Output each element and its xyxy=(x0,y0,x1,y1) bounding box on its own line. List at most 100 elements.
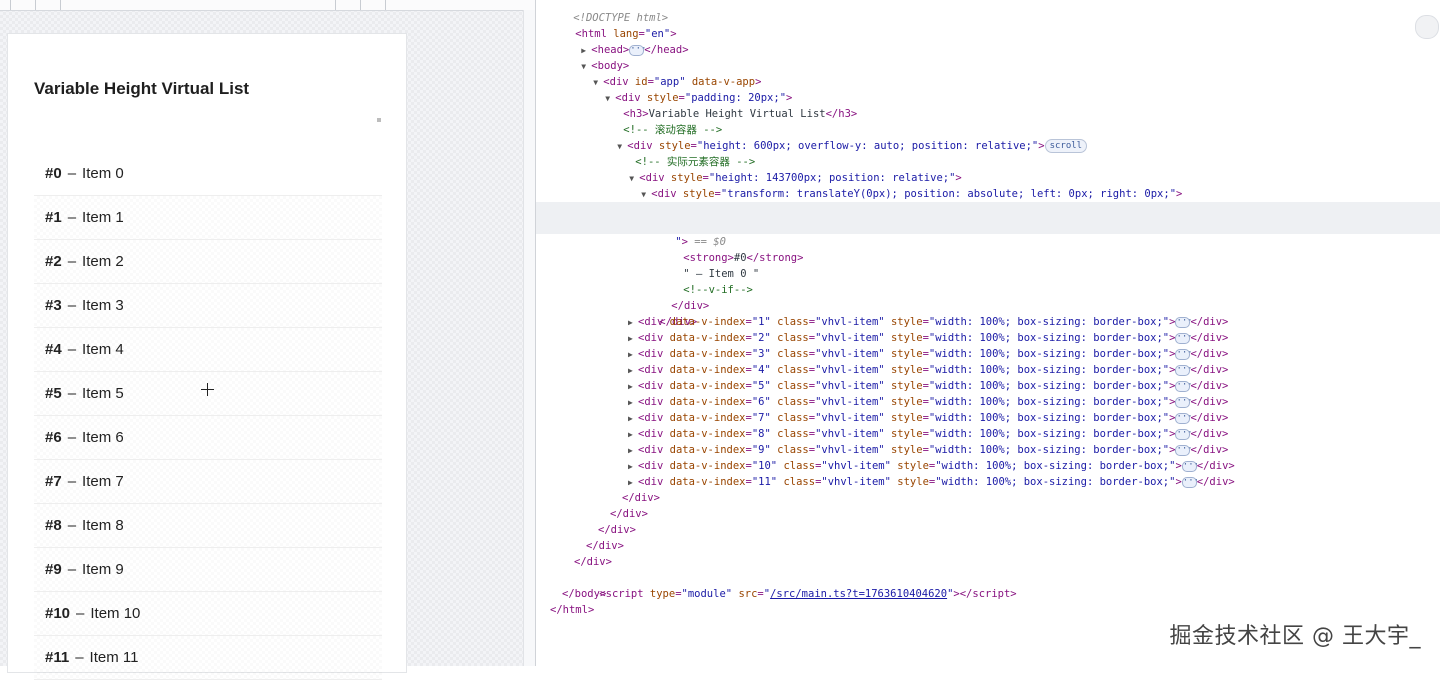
dom-app-div[interactable]: ▼ <div id="app" data-v-app> xyxy=(536,58,1440,88)
dom-phantom-div[interactable]: ▼ <div style="height: 143700px; position:… xyxy=(536,154,1440,184)
dom-close-div[interactable]: </div> xyxy=(536,522,1440,538)
item-style: width: 100%; box-sizing: border-box; xyxy=(941,460,1170,472)
item-label: Item 2 xyxy=(82,253,124,270)
collapsed-ellipsis-icon[interactable]: ··· xyxy=(1175,412,1193,424)
item-style: width: 100%; box-sizing: border-box; xyxy=(935,396,1163,408)
collapsed-ellipsis-icon[interactable]: ··· xyxy=(1175,428,1193,440)
list-item[interactable]: #3– Item 3 xyxy=(34,284,382,328)
dom-comment-scroll[interactable]: <!-- 滚动容器 --> xyxy=(536,106,1440,136)
dom-item-9[interactable]: ▶ <div data-v-index="9" class="vhvl-item"… xyxy=(536,442,1440,458)
collapsed-ellipsis-icon[interactable]: ··· xyxy=(1175,380,1193,392)
dom-item-0[interactable]: ▼<div data-v-index="0" class="vhvl-item"… xyxy=(536,186,1440,216)
item-label: Item 7 xyxy=(82,473,124,490)
list-item[interactable]: #8– Item 8 xyxy=(34,504,382,548)
collapsed-ellipsis-icon[interactable]: ··· xyxy=(1175,348,1193,360)
expand-arrow-icon[interactable]: ▶ xyxy=(628,347,638,363)
expand-arrow-icon[interactable]: ▶ xyxy=(628,427,638,443)
item-class: vhvl-item xyxy=(821,316,879,328)
item-index: 3 xyxy=(758,348,765,360)
dom-vif-comment[interactable]: <!--v-if--> xyxy=(536,266,1440,296)
collapsed-ellipsis-icon[interactable]: ··· xyxy=(1175,364,1193,376)
page-title: Variable Height Virtual List xyxy=(34,79,250,98)
dom-head[interactable]: ▶ <head>···</head> xyxy=(536,26,1440,56)
item-number: #6 xyxy=(45,429,62,446)
expand-arrow-icon[interactable]: ▶ xyxy=(628,315,638,331)
item-index: 8 xyxy=(758,428,765,440)
item-class: vhvl-item xyxy=(821,364,879,376)
dom-close-div[interactable]: </div> xyxy=(536,506,1440,522)
list-item[interactable]: #7– Item 7 xyxy=(34,460,382,504)
item-class: vhvl-item xyxy=(821,380,879,392)
virtual-list[interactable]: #0– Item 0 #1– Item 1 #2– Item 2 #3– Item 3 #4– I… xyxy=(34,152,382,680)
dom-close-html[interactable]: </html> xyxy=(536,602,1440,618)
item-label: Item 11 xyxy=(89,649,139,666)
collapsed-ellipsis-icon[interactable]: ··· xyxy=(1175,396,1193,408)
dom-comment-real[interactable]: <!-- 实际元素容器 --> xyxy=(536,138,1440,168)
dom-html[interactable]: <html lang="en"> xyxy=(536,10,1440,40)
collapsed-ellipsis-icon[interactable]: ··· xyxy=(1175,444,1193,456)
dom-transform-div[interactable]: ▼ <div style="transform: translateY(0px);… xyxy=(536,170,1440,200)
list-item[interactable]: #0– Item 0 xyxy=(34,152,382,196)
dom-doctype[interactable]: <!DOCTYPE html> xyxy=(536,0,1440,24)
list-item[interactable]: #9– Item 9 xyxy=(34,548,382,592)
dom-selected-div[interactable]: ▼<div style="padding: 12px; background: … xyxy=(536,202,1440,232)
dom-close-div[interactable]: </div> xyxy=(536,282,1440,312)
dom-close-div[interactable]: </div> xyxy=(536,298,1440,328)
dom-item-5[interactable]: ▶ <div data-v-index="5" class="vhvl-item"… xyxy=(536,378,1440,394)
collapsed-ellipsis-icon[interactable]: ··· xyxy=(1181,476,1199,488)
item-label: Item 10 xyxy=(90,605,141,622)
expand-arrow-icon[interactable]: ▶ xyxy=(628,363,638,379)
dom-item-10[interactable]: ▶ <div data-v-index="10" class="vhvl-item… xyxy=(536,458,1440,474)
item-label: Item 6 xyxy=(82,429,124,446)
dom-close-body[interactable]: </body> xyxy=(536,586,1440,602)
item-style: width: 100%; box-sizing: border-box; xyxy=(941,476,1170,488)
item-class: vhvl-item xyxy=(821,332,879,344)
list-item[interactable]: #2– Item 2 xyxy=(34,240,382,284)
dom-h3[interactable]: <h3>Variable Height Virtual List</h3> xyxy=(536,90,1440,120)
item-style: width: 100%; box-sizing: border-box; xyxy=(935,348,1163,360)
dom-selected-div-cont[interactable]: "> == $0 xyxy=(536,218,1440,248)
dom-item-4[interactable]: ▶ <div data-v-index="4" class="vhvl-item"… xyxy=(536,362,1440,378)
item-class: vhvl-item xyxy=(821,396,879,408)
expand-arrow-icon[interactable]: ▶ xyxy=(628,459,638,475)
dom-padding-div[interactable]: ▼ <div style="padding: 20px;"> xyxy=(536,74,1440,104)
list-item[interactable]: #6– Item 6 xyxy=(34,416,382,460)
collapsed-ellipsis-icon[interactable]: ··· xyxy=(1175,316,1193,328)
expand-arrow-icon[interactable]: ▶ xyxy=(628,475,638,491)
dom-scroll-div[interactable]: ▼ <div style="height: 600px; overflow-y: … xyxy=(536,122,1440,153)
expand-arrow-icon[interactable]: ▶ xyxy=(628,331,638,347)
item-style: width: 100%; box-sizing: border-box; xyxy=(935,332,1163,344)
dom-close-div[interactable]: </div> xyxy=(536,538,1440,554)
item-label: Item 3 xyxy=(82,297,124,314)
dom-text-node[interactable]: " – Item 0 " xyxy=(536,250,1440,280)
expand-arrow-icon[interactable]: ▶ xyxy=(628,443,638,459)
list-item[interactable]: #4– Item 4 xyxy=(34,328,382,372)
crosshair-cursor-icon xyxy=(201,383,214,396)
list-item[interactable]: #11– Item 11 xyxy=(34,636,382,680)
item-separator: – xyxy=(67,561,77,578)
item-style: width: 100%; box-sizing: border-box; xyxy=(935,412,1163,424)
collapsed-ellipsis-icon[interactable]: ··· xyxy=(1181,460,1199,472)
scrollbar-thumb[interactable] xyxy=(377,118,381,122)
list-item[interactable]: #10– Item 10 xyxy=(34,592,382,636)
dom-item-7[interactable]: ▶ <div data-v-index="7" class="vhvl-item"… xyxy=(536,410,1440,426)
list-item[interactable]: #1– Item 1 xyxy=(34,196,382,240)
dom-item-11[interactable]: ▶ <div data-v-index="11" class="vhvl-item… xyxy=(536,474,1440,490)
expand-arrow-icon[interactable]: ▶ xyxy=(628,395,638,411)
item-number: #10 xyxy=(45,605,71,622)
dom-body[interactable]: ▼ <body> xyxy=(536,42,1440,72)
dom-item-2[interactable]: ▶ <div data-v-index="2" class="vhvl-item"… xyxy=(536,330,1440,346)
dom-close-div[interactable]: </div> xyxy=(536,554,1440,570)
dom-close-div[interactable]: </div> xyxy=(536,490,1440,506)
dom-script[interactable]: <script type="module" src="/src/main.ts?… xyxy=(536,570,1440,600)
collapsed-ellipsis-icon[interactable]: ··· xyxy=(1175,332,1193,344)
dom-item-1[interactable]: ▶ <div data-v-index="1" class="vhvl-item"… xyxy=(536,314,1440,330)
item-separator: – xyxy=(67,341,77,358)
dom-item-3[interactable]: ▶ <div data-v-index="3" class="vhvl-item"… xyxy=(536,346,1440,362)
dom-strong[interactable]: <strong>#0</strong> xyxy=(536,234,1440,264)
item-separator: – xyxy=(67,517,77,534)
expand-arrow-icon[interactable]: ▶ xyxy=(628,411,638,427)
dom-item-6[interactable]: ▶ <div data-v-index="6" class="vhvl-item"… xyxy=(536,394,1440,410)
expand-arrow-icon[interactable]: ▶ xyxy=(628,379,638,395)
dom-item-8[interactable]: ▶ <div data-v-index="8" class="vhvl-item"… xyxy=(536,426,1440,442)
